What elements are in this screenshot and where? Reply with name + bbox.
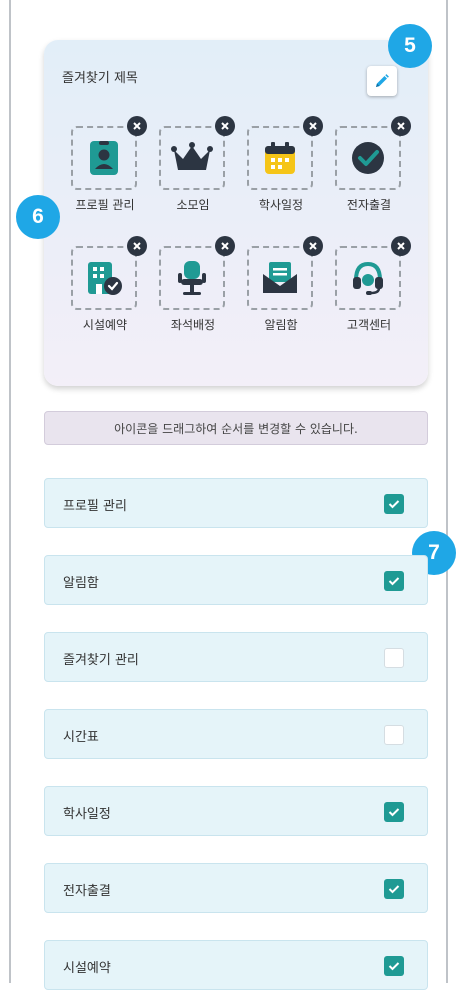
close-icon — [309, 242, 317, 250]
id-card-icon — [90, 141, 118, 175]
remove-seat-assignment-button[interactable] — [215, 236, 235, 256]
favorite-tile-label: 전자출결 — [346, 198, 392, 212]
edit-title-button[interactable] — [367, 66, 397, 96]
remove-attendance-button[interactable] — [391, 116, 411, 136]
callout-badge-6: 6 — [16, 195, 60, 239]
check-icon — [388, 962, 400, 971]
menu-checkbox-unchecked[interactable] — [384, 648, 404, 668]
right-border — [446, 0, 448, 983]
close-icon — [221, 122, 229, 130]
favorite-tile-label: 프로필 관리 — [75, 198, 135, 212]
left-border — [9, 0, 11, 983]
close-icon — [397, 242, 405, 250]
menu-item-inbox[interactable]: 알림함 — [44, 555, 428, 605]
remove-club-button[interactable] — [215, 116, 235, 136]
menu-checkbox-checked[interactable] — [384, 879, 404, 899]
check-icon — [388, 577, 400, 586]
menu-checkbox-unchecked[interactable] — [384, 725, 404, 745]
menu-item-label: 전자출결 — [63, 884, 111, 899]
menu-item-label: 프로필 관리 — [63, 499, 127, 514]
menu-item-label: 시설예약 — [63, 961, 111, 976]
check-circle-icon — [352, 142, 384, 174]
menu-item-academic-calendar[interactable]: 학사일정 — [44, 786, 428, 836]
calendar-icon — [265, 142, 295, 174]
remove-academic-calendar-button[interactable] — [303, 116, 323, 136]
close-icon — [397, 122, 405, 130]
building-check-icon — [88, 262, 122, 295]
drag-hint: 아이콘을 드래그하여 순서를 변경할 수 있습니다. — [44, 411, 428, 445]
remove-profile-button[interactable] — [127, 116, 147, 136]
remove-inbox-button[interactable] — [303, 236, 323, 256]
seat-icon — [178, 261, 206, 295]
menu-checkbox-checked[interactable] — [384, 956, 404, 976]
favorite-tile-label: 알림함 — [264, 318, 298, 332]
pencil-icon — [376, 74, 389, 87]
menu-checkbox-checked[interactable] — [384, 494, 404, 514]
mail-icon — [263, 262, 297, 293]
favorite-tile-label: 고객센터 — [346, 318, 392, 332]
crown-icon — [171, 142, 213, 170]
check-icon — [388, 500, 400, 509]
favorite-tile-label: 시설예약 — [82, 318, 128, 332]
close-icon — [133, 122, 141, 130]
callout-badge-5: 5 — [388, 24, 432, 68]
menu-item-favorites-manage[interactable]: 즐겨찾기 관리 — [44, 632, 428, 682]
menu-item-label: 즐겨찾기 관리 — [63, 653, 139, 668]
check-icon — [388, 808, 400, 817]
close-icon — [309, 122, 317, 130]
remove-customer-center-button[interactable] — [391, 236, 411, 256]
menu-checkbox-checked[interactable] — [384, 571, 404, 591]
close-icon — [221, 242, 229, 250]
menu-item-label: 시간표 — [63, 730, 99, 745]
menu-item-label: 알림함 — [63, 576, 99, 591]
favorite-tile-label: 학사일정 — [258, 198, 304, 212]
headset-icon — [353, 261, 383, 295]
favorite-tile-label: 소모임 — [176, 198, 210, 212]
close-icon — [133, 242, 141, 250]
menu-item-attendance[interactable]: 전자출결 — [44, 863, 428, 913]
menu-checkbox-checked[interactable] — [384, 802, 404, 822]
menu-item-timetable[interactable]: 시간표 — [44, 709, 428, 759]
menu-item-label: 학사일정 — [63, 807, 111, 822]
remove-facility-reservation-button[interactable] — [127, 236, 147, 256]
favorite-tile-label: 좌석배정 — [170, 318, 216, 332]
favorites-title: 즐겨찾기 제목 — [62, 71, 138, 86]
check-icon — [388, 885, 400, 894]
menu-item-profile[interactable]: 프로필 관리 — [44, 478, 428, 528]
